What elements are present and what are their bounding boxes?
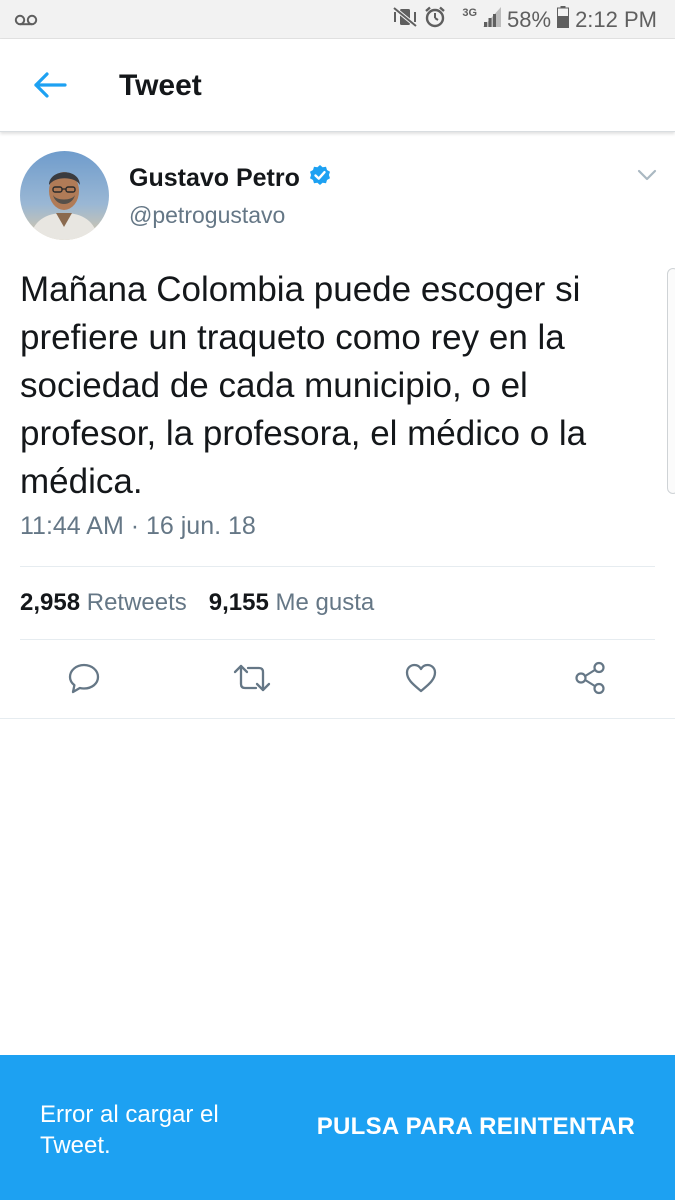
like-button[interactable] <box>401 660 441 700</box>
vibrate-mute-icon <box>392 6 418 34</box>
battery-icon <box>557 6 570 34</box>
author-row[interactable]: Gustavo Petro <box>129 164 332 193</box>
network-type: 3G <box>462 7 478 19</box>
back-button[interactable] <box>22 65 78 109</box>
author-name[interactable]: Gustavo Petro <box>129 164 300 193</box>
clock-time: 2:12 PM <box>575 7 657 32</box>
like-icon <box>404 662 438 699</box>
reply-button[interactable] <box>64 660 104 700</box>
share-icon <box>573 661 607 700</box>
app-header: Tweet <box>0 39 675 132</box>
divider <box>0 718 675 719</box>
verified-badge-icon <box>308 164 332 193</box>
author-handle[interactable]: @petrogustavo <box>129 202 285 229</box>
tweet-options-button[interactable] <box>630 160 664 194</box>
retweets-count: 2,958 <box>20 589 81 616</box>
reply-icon <box>67 661 101 700</box>
share-button[interactable] <box>570 660 610 700</box>
scrollbar[interactable] <box>667 268 675 494</box>
battery-percent: 58% <box>507 7 552 32</box>
divider <box>20 639 655 640</box>
likes-stat[interactable]: 9,155 Me gusta <box>209 589 374 617</box>
retweet-button[interactable] <box>232 660 272 700</box>
likes-label: Me gusta <box>275 589 375 616</box>
tweet-text: Mañana Colombia puede escoger si prefier… <box>20 270 587 501</box>
status-icons: 3G 58% 2:12 PM <box>392 6 657 34</box>
error-message: Error al cargar el Tweet. <box>40 1101 219 1159</box>
action-bar <box>0 650 675 710</box>
page-title: Tweet <box>119 69 202 102</box>
retry-button[interactable]: PULSA PARA REINTENTAR <box>317 1113 635 1141</box>
alarm-icon <box>424 6 446 34</box>
chevron-down-icon <box>637 168 657 186</box>
back-arrow-icon <box>33 71 67 104</box>
tweet-stats: 2,958 Retweets 9,155 Me gusta <box>20 589 374 617</box>
avatar[interactable] <box>20 151 109 240</box>
voicemail-icon <box>14 8 38 32</box>
error-banner: Error al cargar el Tweet. PULSA PARA REI… <box>0 1055 675 1200</box>
signal-icon <box>483 7 502 33</box>
retweets-stat[interactable]: 2,958 Retweets <box>20 589 187 617</box>
status-bar: 3G 58% 2:12 PM <box>0 0 675 39</box>
tweet-timestamp: 11:44 AM · 16 jun. 18 <box>20 512 256 540</box>
likes-count: 9,155 <box>208 589 269 616</box>
divider <box>20 566 655 567</box>
retweets-label: Retweets <box>86 589 187 616</box>
retweet-icon <box>232 662 272 699</box>
